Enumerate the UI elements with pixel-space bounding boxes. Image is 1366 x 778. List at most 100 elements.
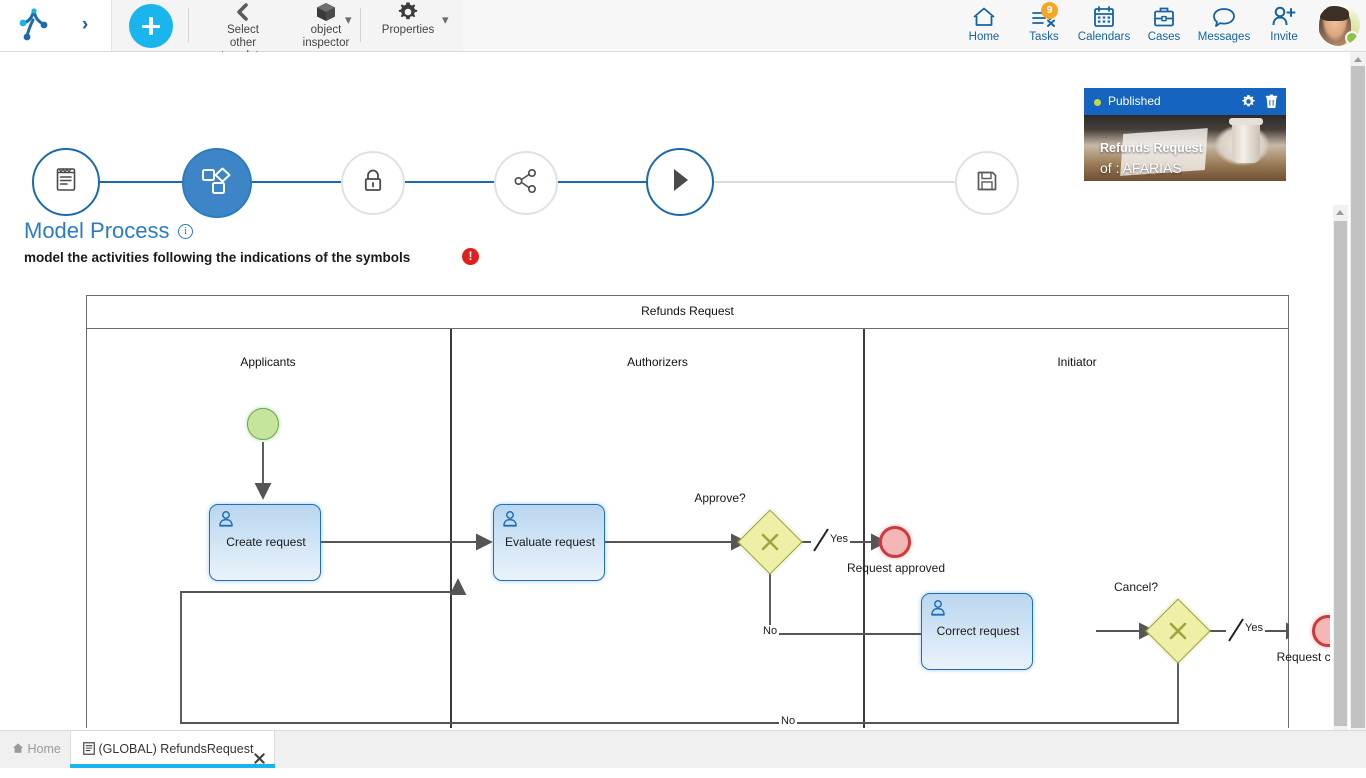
published-card-subtitle: of : AFARIAS: [1100, 160, 1182, 177]
inner-scroll-up-arrow[interactable]: [1336, 210, 1344, 215]
object-inspector-button[interactable]: object inspector: [288, 1, 364, 50]
pool-title: Refunds Request: [86, 295, 1289, 328]
bottom-tab-active-underline: [70, 764, 275, 768]
nav-cases[interactable]: Cases: [1133, 5, 1195, 43]
flow-label-approve-no: No: [761, 625, 779, 637]
bizagi-logo-icon[interactable]: [16, 8, 54, 42]
bpmn-end-event-request-approved[interactable]: [879, 526, 911, 558]
wizard-step-save[interactable]: [955, 151, 1019, 215]
object-inspector-line1: object: [311, 24, 342, 36]
gear-icon[interactable]: [1241, 93, 1260, 110]
properties-chevron-down-icon[interactable]: ▾: [442, 12, 449, 28]
bpmn-task-correct-request[interactable]: Correct request: [921, 593, 1033, 670]
flow-label-cancel-no: No: [779, 715, 797, 727]
back-chevron-icon: [200, 1, 286, 23]
gateway-label-approve: Approve?: [670, 491, 770, 505]
end-event-label-request-cancelled: Request cancelled: [1246, 650, 1330, 664]
nav-tasks-label: Tasks: [1029, 31, 1058, 43]
published-status-label: Published: [1108, 94, 1161, 109]
end-event-label-request-approved: Request approved: [816, 561, 976, 575]
home-icon: [953, 5, 1015, 30]
bpmn-canvas[interactable]: Refunds Request Applicants Authorizers I…: [0, 283, 1330, 728]
wizard-connector-5: [712, 181, 956, 183]
nav-invite-label: Invite: [1270, 31, 1298, 43]
nav-tasks[interactable]: 9 Tasks: [1013, 5, 1075, 43]
flow-label-cancel-yes: Yes: [1243, 622, 1265, 634]
calendar-icon: [1073, 5, 1135, 30]
wizard-step-integrate[interactable]: [494, 151, 558, 215]
logo-zone: ›: [0, 0, 112, 51]
object-inspector-line2: inspector: [303, 37, 350, 49]
trash-icon[interactable]: [1265, 93, 1278, 110]
nav-cases-label: Cases: [1148, 31, 1181, 43]
bpmn-task-evaluate-request[interactable]: Evaluate request: [493, 504, 605, 581]
document-small-icon: [83, 742, 98, 756]
user-task-icon: [501, 510, 519, 533]
invite-user-icon: [1253, 5, 1315, 30]
pool-header-divider: [86, 328, 1289, 329]
add-button[interactable]: [129, 4, 173, 48]
inner-scroll-thumb[interactable]: [1334, 221, 1347, 726]
share-nodes-icon: [513, 168, 539, 199]
flow-label-approve-yes: Yes: [828, 533, 850, 545]
bottom-tab-refunds-request[interactable]: (GLOBAL) RefundsRequest: [70, 731, 275, 768]
lane-divider-1: [450, 329, 452, 728]
process-shapes-icon: [201, 166, 233, 201]
wizard-step-define-security[interactable]: [341, 151, 405, 215]
toolbar-separator-1: [188, 8, 189, 42]
properties-button[interactable]: Properties: [368, 1, 448, 37]
gear-icon: [368, 1, 448, 23]
task-label: Create request: [210, 535, 322, 549]
user-avatar[interactable]: [1318, 4, 1360, 46]
wizard-step-model-process[interactable]: [182, 148, 252, 218]
photo-coffee-cup: [1232, 121, 1260, 163]
nav-messages-label: Messages: [1198, 31, 1250, 43]
lane-label-applicants: Applicants: [86, 355, 450, 369]
outer-scroll-up-arrow[interactable]: [1354, 57, 1362, 62]
object-inspector-chevron-down-icon[interactable]: ▾: [345, 12, 352, 28]
bottom-tab-home-label: Home: [27, 742, 60, 756]
nav-calendars[interactable]: Calendars: [1073, 5, 1135, 43]
wizard-step-run[interactable]: [646, 148, 714, 216]
lane-label-authorizers: Authorizers: [452, 355, 863, 369]
bpmn-task-create-request[interactable]: Create request: [209, 504, 321, 581]
chevron-right-icon[interactable]: ›: [75, 14, 95, 36]
form-document-icon: [54, 166, 78, 198]
nav-invite[interactable]: Invite: [1253, 5, 1315, 43]
template-tools-group: Select other template object inspector ▾: [112, 0, 462, 51]
published-card[interactable]: Published Refunds Request of : A: [1084, 88, 1286, 181]
briefcase-icon: [1133, 5, 1195, 30]
floppy-save-icon: [975, 169, 999, 198]
lane-label-initiator: Initiator: [865, 355, 1289, 369]
user-task-icon: [929, 599, 947, 622]
task-label: Correct request: [922, 624, 1034, 638]
user-task-icon: [217, 510, 235, 533]
bottom-tab-refunds-request-label: (GLOBAL) RefundsRequest: [98, 742, 253, 756]
bpmn-pool[interactable]: Refunds Request Applicants Authorizers I…: [86, 295, 1289, 727]
outer-scroll-thumb[interactable]: [1351, 66, 1365, 728]
page-subtitle: model the activities following the indic…: [24, 250, 410, 265]
published-card-header: Published: [1084, 88, 1286, 115]
bpmn-end-event-request-cancelled[interactable]: [1312, 615, 1330, 647]
bottom-tab-bar: Home (GLOBAL) RefundsRequest: [0, 730, 1366, 768]
published-card-title: Refunds Request: [1100, 140, 1203, 157]
published-status-dot: [1094, 99, 1101, 106]
info-icon[interactable]: i: [178, 224, 193, 239]
inner-scrollbar-vertical[interactable]: [1333, 205, 1348, 730]
bottom-tab-home[interactable]: Home: [0, 731, 70, 768]
select-other-template-line2: other: [230, 37, 256, 49]
outer-scrollbar-vertical[interactable]: [1350, 52, 1366, 730]
top-toolbar: › Select other template object inspector: [0, 0, 1366, 52]
lock-icon: [362, 168, 384, 199]
avatar-hair: [1320, 6, 1349, 21]
wizard-step-model-data[interactable]: [32, 148, 100, 216]
select-other-template-line1: Select: [227, 24, 259, 36]
nav-home[interactable]: Home: [953, 5, 1015, 43]
cube-icon: [288, 1, 364, 23]
alert-exclamation-icon[interactable]: !: [462, 248, 479, 265]
close-icon[interactable]: [254, 742, 265, 778]
bpmn-start-event[interactable]: [247, 408, 279, 440]
tasks-badge: 9: [1041, 2, 1058, 19]
gateway-label-cancel: Cancel?: [1086, 580, 1186, 594]
nav-messages[interactable]: Messages: [1193, 5, 1255, 43]
